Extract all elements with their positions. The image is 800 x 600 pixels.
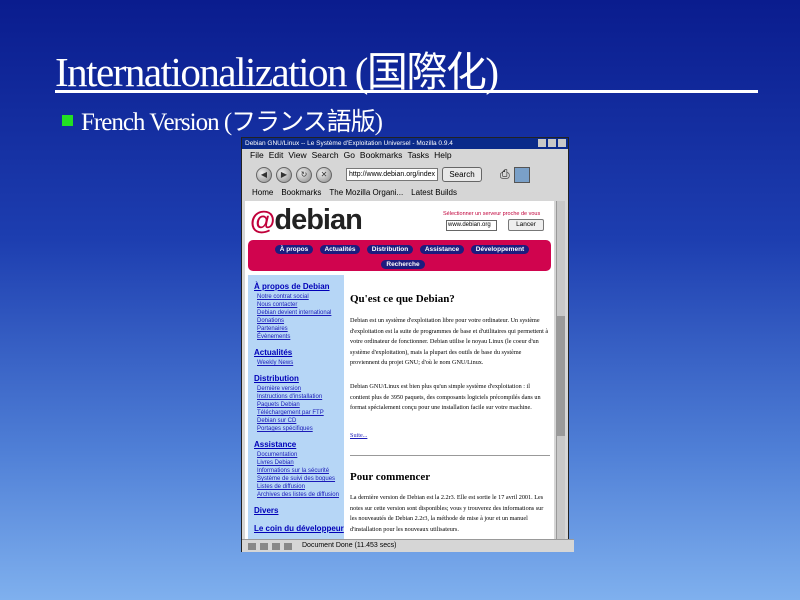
mirror-go-button[interactable]: Lancer [508, 219, 544, 231]
minimize-icon[interactable] [538, 139, 546, 147]
url-input[interactable]: http://www.debian.org/index [346, 168, 438, 181]
nav-apropos[interactable]: À propos [275, 245, 313, 254]
personal-toolbar: Home Bookmarks The Mozilla Organi... Lat… [242, 187, 568, 198]
bullet-square-icon [62, 114, 73, 126]
sidebar-head-apropos[interactable]: À propos de Debian [254, 282, 330, 291]
suite-link[interactable]: Suite... [350, 431, 550, 442]
sidebar-head-distribution[interactable]: Distribution [254, 374, 299, 383]
address-book-icon[interactable] [284, 542, 292, 550]
paragraph-intro: Debian est un système d'exploitation lib… [350, 317, 549, 366]
sidebar-link[interactable]: Nous contacter [257, 301, 297, 309]
vertical-scrollbar[interactable] [556, 201, 565, 539]
bookmark-bookmarks[interactable]: Bookmarks [281, 187, 321, 198]
sidebar-link[interactable]: Paquets Debian [257, 401, 300, 409]
browser-window: Debian GNU/Linux -- Le Système d'Exploit… [241, 137, 574, 552]
sidebar-head-developpeur[interactable]: Le coin du développeur [254, 524, 344, 533]
menu-edit[interactable]: Edit [269, 149, 284, 162]
stop-icon[interactable]: ✕ [316, 166, 332, 183]
nav-developpement[interactable]: Développement [471, 245, 529, 254]
navigator-icon[interactable] [248, 542, 256, 550]
nav-actualites[interactable]: Actualités [320, 245, 360, 254]
window-title: Debian GNU/Linux -- Le Système d'Exploit… [245, 140, 453, 147]
menubar: File Edit View Search Go Bookmarks Tasks… [242, 149, 568, 162]
sidebar-link[interactable]: Donations [257, 317, 284, 325]
sidebar-link[interactable]: Téléchargement par FTP [257, 409, 324, 417]
menu-help[interactable]: Help [434, 149, 451, 162]
sidebar-link[interactable]: Instructions d'installation [257, 393, 322, 401]
mirror-label: Sélectionner un serveur proche de vous [443, 211, 541, 217]
composer-icon[interactable] [272, 542, 280, 550]
debian-logo[interactable]: @debian [250, 204, 363, 237]
title-divider [55, 90, 758, 93]
nav-recherche[interactable]: Recherche [381, 260, 425, 269]
bookmark-mozilla[interactable]: The Mozilla Organi... [329, 187, 403, 198]
navigation-toolbar: ◀ ▶ ↻ ✕ http://www.debian.org/index Sear… [242, 162, 568, 187]
menu-bookmarks[interactable]: Bookmarks [360, 149, 403, 162]
sidebar-link[interactable]: Listes de diffusion [257, 483, 305, 491]
swirl-icon: @ [250, 205, 275, 235]
back-icon[interactable]: ◀ [256, 166, 272, 183]
bookmark-latest-builds[interactable]: Latest Builds [411, 187, 457, 198]
browser-titlebar: Debian GNU/Linux -- Le Système d'Exploit… [242, 138, 568, 149]
status-text: Document Done (11.453 secs) [302, 542, 397, 549]
forward-icon[interactable]: ▶ [276, 166, 292, 183]
sidebar-link[interactable]: Partenaires [257, 325, 288, 333]
bullet-row: French Version (フランス語版) [62, 102, 383, 138]
print-icon[interactable]: ⎙ [500, 167, 510, 182]
menu-tasks[interactable]: Tasks [407, 149, 429, 162]
sidebar-head-assistance[interactable]: Assistance [254, 440, 296, 449]
sidebar-link[interactable]: Dernière version [257, 385, 301, 393]
menu-go[interactable]: Go [344, 149, 355, 162]
sidebar-head-divers[interactable]: Divers [254, 506, 278, 515]
paragraph-version: La dernière version de Debian est la 2.2… [350, 494, 544, 533]
mail-icon[interactable] [260, 542, 268, 550]
heading-quest-ce-que-debian: Qu'est ce que Debian? [350, 293, 455, 305]
page-viewport: @debian Sélectionner un serveur proche d… [245, 201, 554, 539]
sidebar-link[interactable]: Documentation [257, 451, 297, 459]
nav-distribution[interactable]: Distribution [367, 245, 413, 254]
sidebar-link[interactable]: Debian devient international [257, 309, 331, 317]
status-bar: Document Done (11.453 secs) [242, 539, 574, 552]
nav-assistance[interactable]: Assistance [420, 245, 464, 254]
reload-icon[interactable]: ↻ [296, 166, 312, 183]
menu-file[interactable]: File [250, 149, 264, 162]
logo-text: debian [274, 204, 362, 236]
sidebar-link[interactable]: Weekly News [257, 359, 293, 367]
mozilla-throbber-icon [513, 166, 530, 183]
sidebar-link[interactable]: Informations sur la sécurité [257, 467, 329, 475]
sidebar-link[interactable]: Notre contrat social [257, 293, 309, 301]
paragraph-packages: Debian GNU/Linux est bien plus qu'un sim… [350, 383, 541, 411]
sidebar-link[interactable]: Livres Debian [257, 459, 294, 467]
left-sidebar: À propos de Debian Notre contrat social … [248, 275, 344, 539]
menu-view[interactable]: View [288, 149, 306, 162]
sidebar-link[interactable]: Debian sur CD [257, 417, 296, 425]
section-divider [350, 455, 550, 456]
sidebar-head-actualites[interactable]: Actualités [254, 348, 292, 357]
close-icon[interactable] [558, 139, 566, 147]
sidebar-link[interactable]: Portages spécifiques [257, 425, 313, 433]
mirror-select[interactable]: www.debian.org [446, 220, 497, 231]
maximize-icon[interactable] [548, 139, 556, 147]
site-nav-bar: À propos Actualités Distribution Assista… [248, 240, 551, 271]
scrollbar-thumb[interactable] [557, 316, 565, 436]
sidebar-link[interactable]: Évènements [257, 333, 290, 341]
slide-title: Internationalization (国際化) [55, 49, 499, 95]
sidebar-link[interactable]: Système de suivi des bogues [257, 475, 335, 483]
search-button[interactable]: Search [442, 167, 482, 182]
menu-search[interactable]: Search [312, 149, 339, 162]
sidebar-link[interactable]: Archives des listes de diffusion [257, 491, 339, 499]
heading-pour-commencer: Pour commencer [350, 471, 431, 483]
bullet-text: French Version (フランス語版) [81, 109, 383, 136]
bookmark-home[interactable]: Home [252, 187, 273, 198]
